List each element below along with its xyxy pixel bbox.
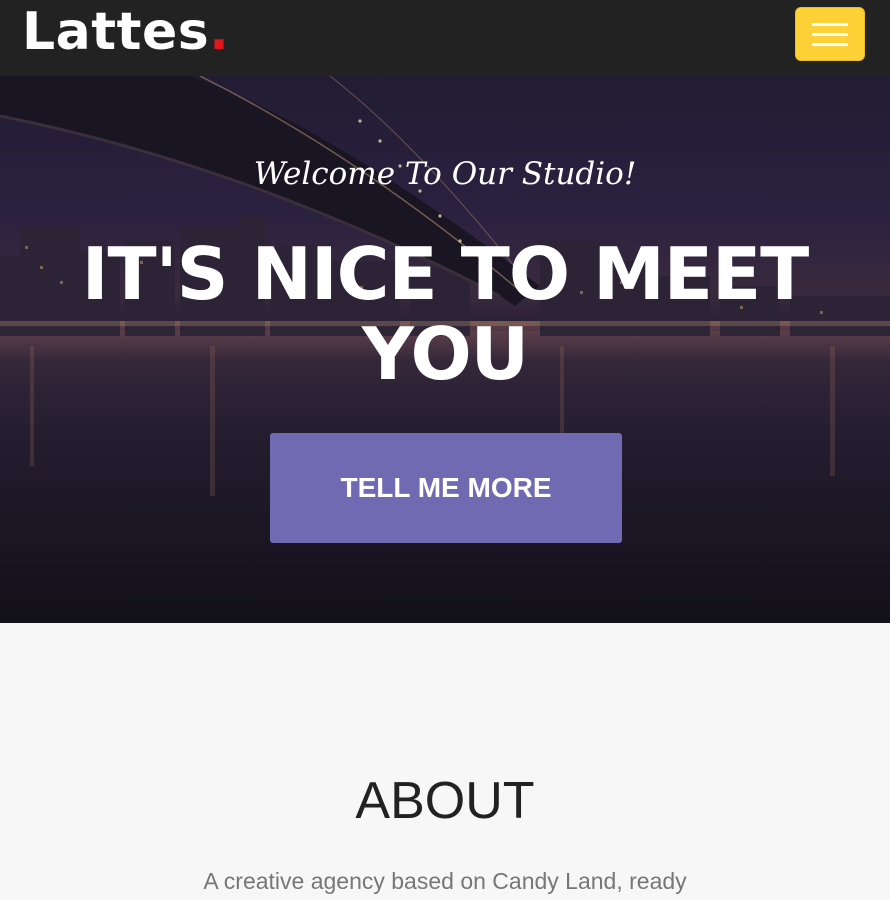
brand-dot: . [209,2,230,62]
about-section: ABOUT A creative agency based on Candy L… [0,623,890,900]
navbar: Lattes. [0,0,890,76]
brand-logo[interactable]: Lattes. [22,2,229,62]
about-heading: ABOUT [355,772,535,830]
hero-subtitle: Welcome To Our Studio! [253,156,637,192]
hero-section: Welcome To Our Studio! IT'S NICE TO MEET… [0,76,890,623]
menu-toggle-button[interactable] [795,7,865,61]
hamburger-menu-icon [812,42,848,46]
hamburger-menu-icon [812,22,848,26]
hamburger-menu-icon [812,32,848,36]
tell-me-more-button[interactable]: TELL ME MORE [270,433,622,543]
about-description: A creative agency based on Candy Land, r… [203,868,687,894]
brand-text: Lattes [22,2,210,62]
hero-title: IT'S NICE TO MEET YOU [81,232,810,396]
